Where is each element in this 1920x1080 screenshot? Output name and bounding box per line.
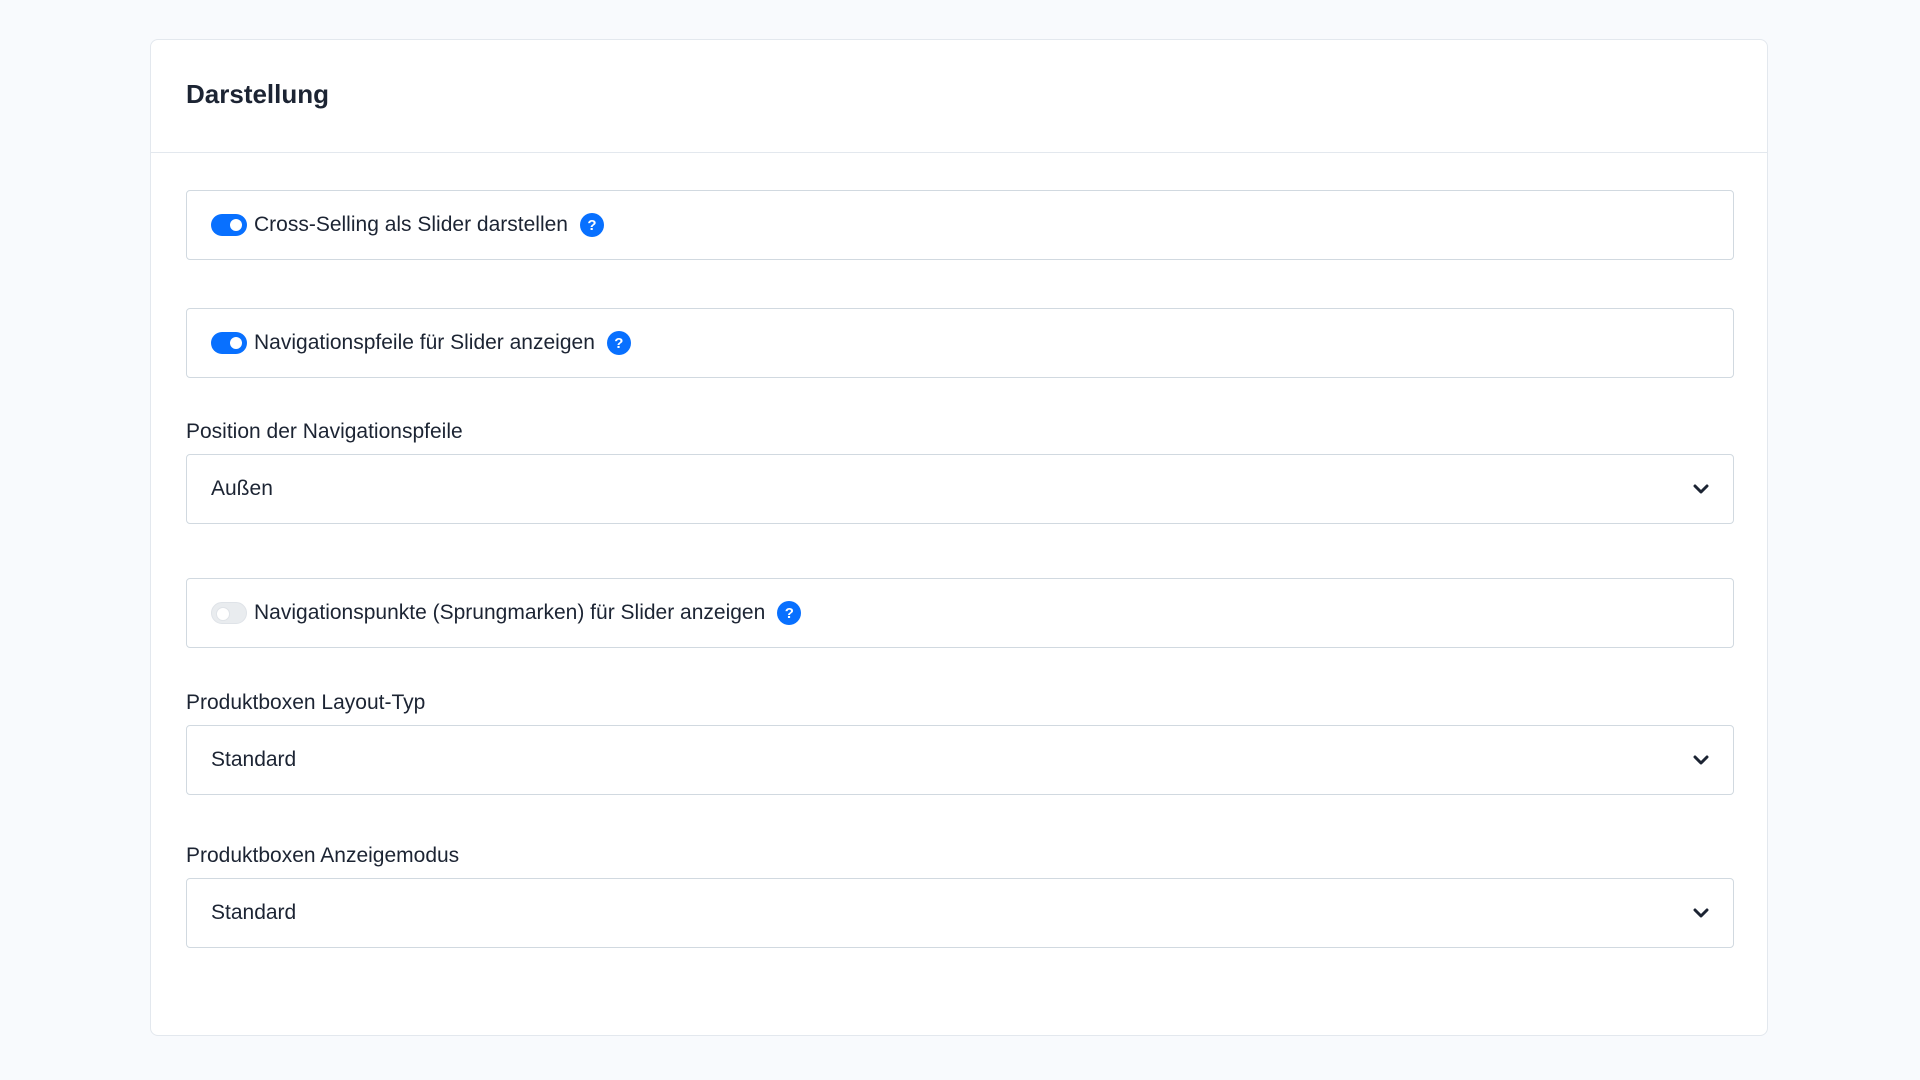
nav-arrow-position-label: Position der Navigationspfeile (186, 420, 463, 443)
cross-selling-slider-switch-container: Cross-Selling als Slider darstellen ? (186, 190, 1734, 260)
productbox-layout-label: Produktboxen Layout-Typ (186, 691, 426, 714)
nav-arrows-label[interactable]: Navigationspfeile für Slider anzeigen (254, 331, 595, 355)
productbox-layout-value: Standard (211, 748, 297, 771)
card-header: Darstellung (151, 40, 1767, 153)
cross-selling-slider-field: Cross-Selling als Slider darstellen ? (186, 190, 1734, 260)
toggle-knob (216, 607, 230, 621)
nav-dots-label[interactable]: Navigationspunkte (Sprungmarken) für Sli… (254, 601, 765, 625)
question-circle-icon[interactable]: ? (579, 213, 604, 237)
nav-arrow-position-value: Außen (211, 477, 273, 500)
toggle-knob (230, 337, 242, 349)
chevron-down-icon (1693, 908, 1709, 918)
nav-arrow-position-select[interactable]: Außen (186, 454, 1734, 524)
question-circle-icon[interactable]: ? (606, 331, 631, 355)
nav-dots-toggle[interactable] (211, 602, 247, 624)
card-title: Darstellung (186, 78, 330, 109)
productbox-display-mode-select[interactable]: Standard (186, 878, 1734, 948)
toggle-knob (230, 219, 242, 231)
chevron-down-icon (1693, 755, 1709, 765)
nav-arrows-field: Navigationspfeile für Slider anzeigen ? (186, 308, 1734, 378)
productbox-display-mode-value: Standard (211, 901, 297, 924)
nav-arrows-switch-container: Navigationspfeile für Slider anzeigen ? (186, 308, 1734, 378)
chevron-down-icon (1693, 484, 1709, 494)
nav-arrow-position-field: Position der Navigationspfeile Außen (186, 419, 1734, 524)
question-circle-icon[interactable]: ? (777, 601, 802, 625)
cross-selling-slider-toggle[interactable] (211, 214, 247, 236)
nav-arrows-toggle[interactable] (211, 332, 247, 354)
productbox-display-mode-label: Produktboxen Anzeigemodus (186, 844, 460, 867)
nav-dots-switch-container: Navigationspunkte (Sprungmarken) für Sli… (186, 578, 1734, 648)
nav-dots-field: Navigationspunkte (Sprungmarken) für Sli… (186, 578, 1734, 648)
productbox-layout-field: Produktboxen Layout-Typ Standard (186, 690, 1734, 795)
cross-selling-slider-label[interactable]: Cross-Selling als Slider darstellen (254, 213, 568, 237)
settings-card: Darstellung Cross-Selling als Slider dar… (150, 39, 1768, 1036)
productbox-layout-select[interactable]: Standard (186, 725, 1734, 795)
productbox-display-mode-field: Produktboxen Anzeigemodus Standard (186, 843, 1734, 948)
